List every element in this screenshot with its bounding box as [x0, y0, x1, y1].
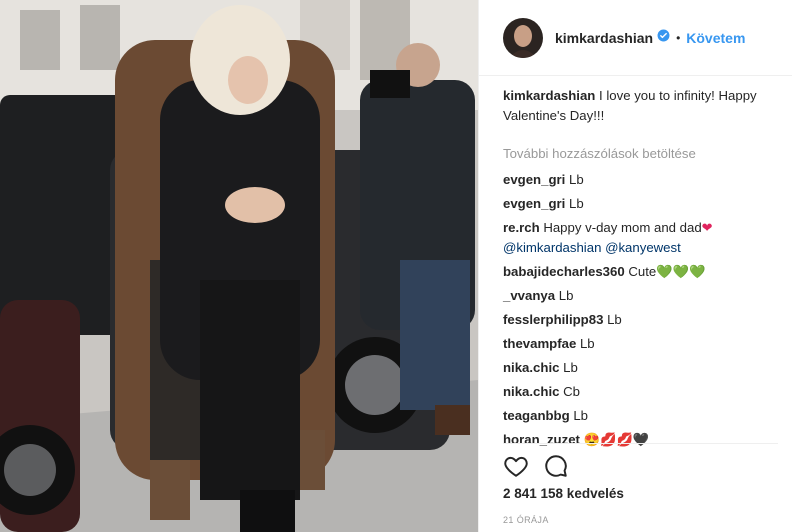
comment-username[interactable]: nika.chic [503, 384, 559, 399]
comment-mentions[interactable]: @kimkardashian @kanyewest [503, 240, 681, 255]
comment-item: evgen_gri Lb [503, 170, 778, 190]
green-heart-emojis: 💚💚💚 [656, 264, 706, 279]
post-sidebar: kimkardashian • Követem kimkardashian I … [478, 0, 792, 532]
comment-username[interactable]: _vvanya [503, 288, 555, 303]
comment-item: horan_zuzet 😍💋💋🖤 [503, 430, 778, 450]
post-header: kimkardashian • Követem [479, 0, 792, 76]
comment-text: Lb [568, 172, 584, 187]
comment-text: Cb [563, 384, 580, 399]
heart-outline-icon[interactable] [503, 453, 529, 484]
comment-item: fesslerphilipp83 Lb [503, 310, 778, 330]
comment-text: Lb [563, 360, 578, 375]
comment-list: kimkardashian I love you to infinity! Ha… [503, 86, 778, 454]
comment-username[interactable]: thevampfae [503, 336, 576, 351]
comment-username[interactable]: re.rch [503, 220, 540, 235]
comment-bubble-icon[interactable] [543, 453, 569, 484]
user-avatar[interactable] [503, 17, 543, 58]
separator-dot: • [676, 30, 681, 45]
comment-item: thevampfae Lb [503, 334, 778, 354]
comment-username[interactable]: teaganbbg [503, 408, 570, 423]
comment-item: nika.chic Lb [503, 358, 778, 378]
comment-username[interactable]: evgen_gri [503, 172, 565, 187]
comment-item: evgen_gri Lb [503, 194, 778, 214]
comment-item: nika.chic Cb [503, 382, 778, 402]
comment-text: Lb [568, 196, 584, 211]
caption: kimkardashian I love you to infinity! Ha… [503, 86, 778, 126]
post-username[interactable]: kimkardashian [555, 30, 653, 46]
post-photo[interactable] [0, 0, 478, 532]
avatar-image [503, 17, 543, 58]
post-timestamp[interactable]: 21 ÓRÁJA [503, 515, 549, 525]
likes-count[interactable]: 2 841 158 kedvelés [503, 486, 624, 501]
comment-username[interactable]: fesslerphilipp83 [503, 312, 603, 327]
comment-username[interactable]: nika.chic [503, 360, 559, 375]
caption-username[interactable]: kimkardashian [503, 88, 595, 103]
post-actions [503, 453, 569, 484]
comment-text: Cute [628, 264, 657, 279]
comment-text: Happy v-day mom and dad [543, 220, 702, 235]
follow-button[interactable]: Követem [686, 30, 745, 46]
comment-item: teaganbbg Lb [503, 406, 778, 426]
verified-badge-icon [657, 29, 670, 47]
comment-text: Lb [607, 312, 622, 327]
comment-username[interactable]: horan_zuzet [503, 432, 580, 447]
comment-item: babajidecharles360 Cute💚💚💚 [503, 262, 778, 282]
post-photo-illustration [0, 0, 478, 532]
heart-emoji: ❤ [701, 220, 713, 235]
comment-item: _vvanya Lb [503, 286, 778, 306]
load-more-comments-link[interactable]: További hozzászólások betöltése [503, 144, 778, 164]
comment-text: Lb [573, 408, 589, 423]
comment-item: re.rch Happy v-day mom and dad❤ @kimkarda… [503, 218, 778, 258]
comment-text: Lb [558, 288, 574, 303]
comment-emojis: 😍💋💋🖤 [583, 432, 650, 447]
comment-username[interactable]: babajidecharles360 [503, 264, 625, 279]
divider [503, 443, 778, 444]
comment-username[interactable]: evgen_gri [503, 196, 565, 211]
instagram-post: kimkardashian • Követem kimkardashian I … [0, 0, 792, 532]
comment-text: Lb [579, 336, 595, 351]
